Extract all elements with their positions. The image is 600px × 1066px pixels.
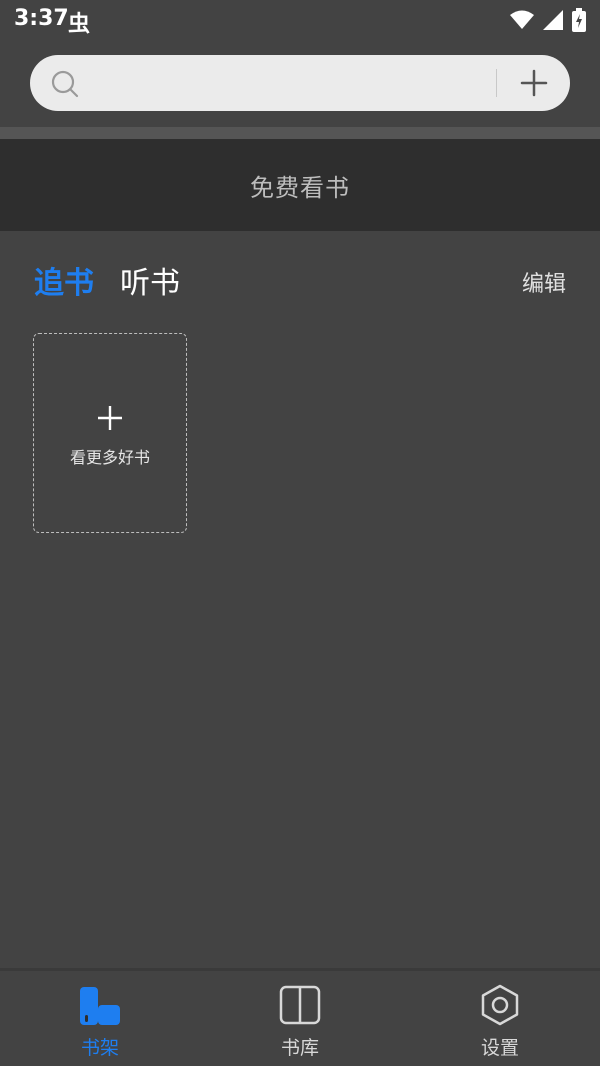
cell-signal-icon xyxy=(543,10,563,30)
promo-banner[interactable]: 免费看书 xyxy=(0,139,600,231)
search-input[interactable] xyxy=(90,63,510,103)
battery-icon xyxy=(572,8,586,32)
header-divider xyxy=(0,127,600,139)
nav-bookshelf-label: 书架 xyxy=(80,1037,119,1059)
tab-audio-books[interactable]: 听书 xyxy=(120,258,180,302)
nav-settings-label: 设置 xyxy=(480,1037,519,1059)
add-book-label: 看更多好书 xyxy=(69,448,150,467)
status-time: 3:37 xyxy=(14,6,69,31)
search-icon xyxy=(51,70,79,98)
search-bar xyxy=(30,55,570,111)
book-library-icon xyxy=(279,985,321,1025)
nav-library-label: 书库 xyxy=(280,1037,319,1059)
bookshelf-icon xyxy=(80,987,120,1025)
promo-text: 免费看书 xyxy=(250,173,350,202)
status-bar: 3:37 虫 xyxy=(0,0,600,42)
tab-follow-books[interactable]: 追书 xyxy=(34,258,94,302)
nav-settings[interactable]: 设置 xyxy=(440,983,560,1063)
settings-gear-icon xyxy=(481,984,519,1026)
edit-button[interactable]: 编辑 xyxy=(522,266,566,298)
status-icons xyxy=(510,8,586,32)
bottom-nav: 书架 书库 设置 xyxy=(0,968,600,1066)
add-button[interactable] xyxy=(516,65,552,101)
shelf-tabs: 追书 听书 xyxy=(34,258,180,302)
plus-icon xyxy=(98,406,122,430)
nav-bookshelf[interactable]: 书架 xyxy=(40,983,160,1063)
status-app-glyph: 虫 xyxy=(68,12,91,37)
nav-library[interactable]: 书库 xyxy=(240,983,360,1063)
search-divider xyxy=(496,69,497,97)
add-book-card[interactable]: 看更多好书 xyxy=(33,333,187,533)
wifi-icon xyxy=(510,10,534,29)
